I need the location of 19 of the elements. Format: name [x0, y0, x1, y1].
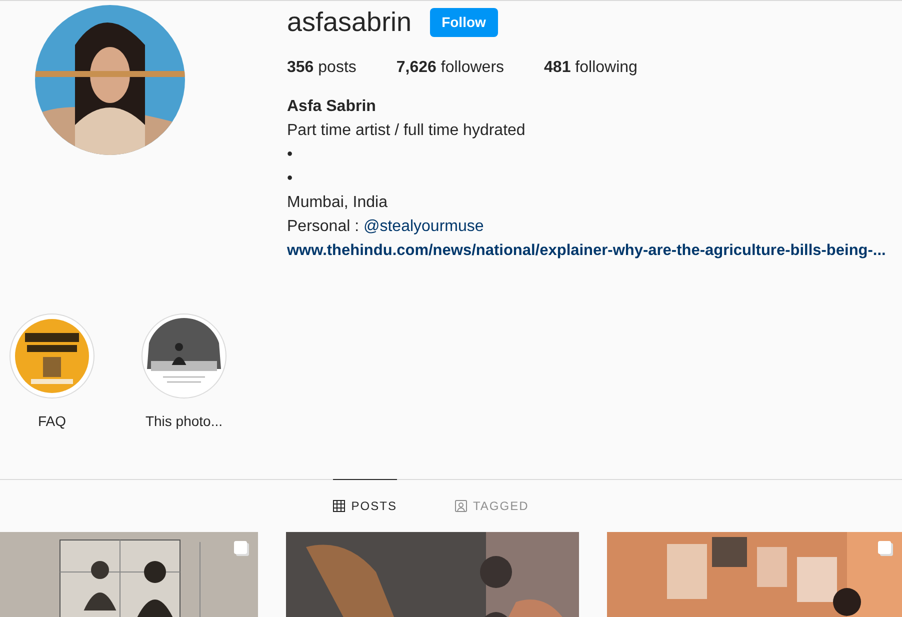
bio-line: •	[287, 145, 294, 165]
bio-line: Personal : @stealyourmuse	[287, 217, 485, 237]
full-name: Asfa Sabrin	[287, 97, 377, 117]
bio-line: •	[287, 169, 294, 189]
highlight-label: This photo...	[145, 413, 223, 429]
grid-icon	[333, 500, 346, 512]
profile-stat[interactable]: 7,626 followers	[396, 59, 504, 77]
profile-link[interactable]: @stealyourmuse	[363, 218, 484, 235]
profile-stat[interactable]: 356 posts	[287, 59, 356, 77]
website-link[interactable]: www.thehindu.com/news/national/explainer-why-are-the-agriculture-bills-being-...	[287, 239, 886, 263]
story-highlight[interactable]	[141, 313, 227, 399]
profile-stat[interactable]: 481 following	[544, 59, 638, 77]
bio-line: Part time artist / full time hydrated	[287, 121, 526, 141]
username: asfasabrin	[287, 6, 412, 38]
story-highlight[interactable]	[9, 313, 95, 399]
highlight-label: FAQ	[38, 413, 66, 429]
profile-tab[interactable]: POSTS	[333, 479, 397, 531]
bio-line: Mumbai, India	[287, 193, 388, 213]
person-tag-icon	[454, 500, 467, 512]
